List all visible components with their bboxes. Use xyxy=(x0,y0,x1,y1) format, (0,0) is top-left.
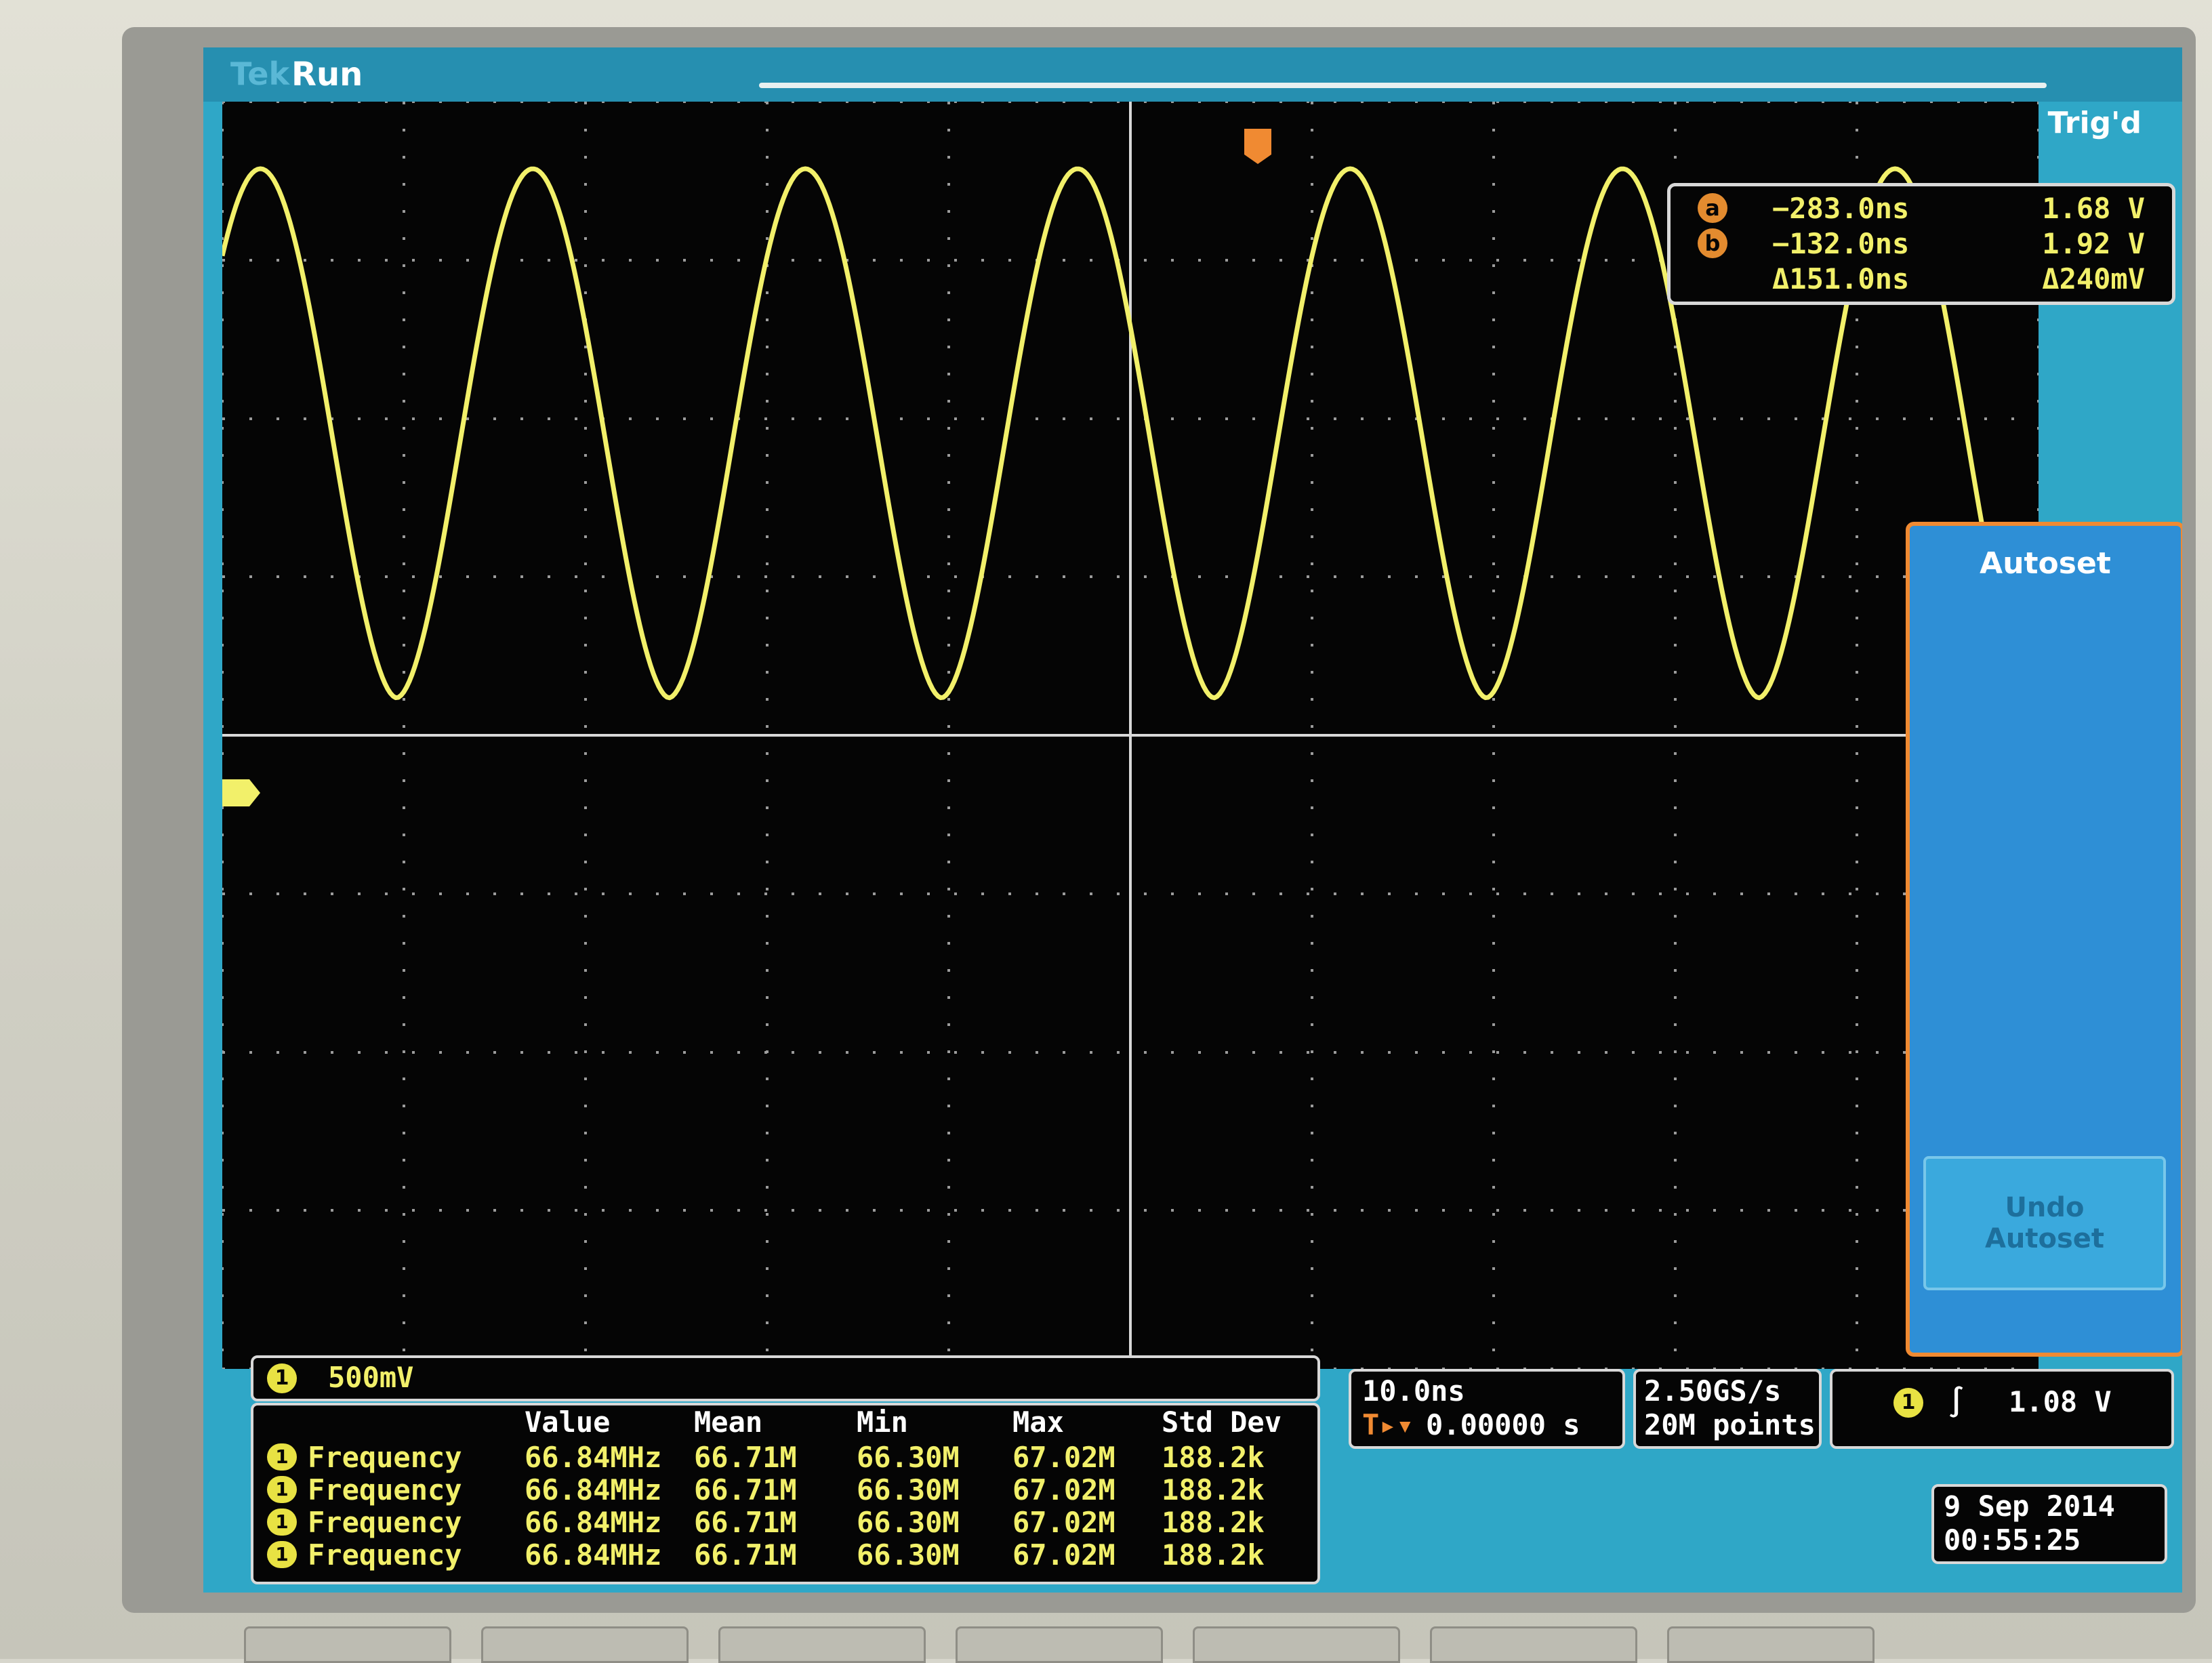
undo-autoset-label-2: Autoset xyxy=(1984,1223,2105,1254)
cursor-a-badge: a xyxy=(1698,193,1727,223)
bezel-button[interactable] xyxy=(718,1626,926,1663)
trigger-level: 1.08 V xyxy=(2009,1385,2112,1418)
date-time-display: 9 Sep 2014 00:55:25 xyxy=(1931,1484,2167,1564)
measurement-value: 66.84MHz xyxy=(525,1538,662,1572)
status-bar: Tek Run xyxy=(203,47,2182,102)
sample-rate: 2.50GS/s xyxy=(1644,1374,1782,1408)
measurement-name: Frequency xyxy=(308,1441,462,1474)
ch1-badge: 1 xyxy=(267,1508,297,1536)
cursor-readout: a −283.0ns 1.68 V b −132.0ns 1.92 V Δ151… xyxy=(1667,183,2175,305)
autoset-side-menu: Autoset Undo Autoset xyxy=(1906,522,2182,1357)
cursor-a-voltage: 1.68 V xyxy=(2042,192,2145,225)
acquisition-settings[interactable]: 2.50GS/s 20M points xyxy=(1633,1369,1822,1449)
trigger-settings[interactable]: 1 ∫ 1.08 V xyxy=(1830,1369,2174,1449)
measurement-name: Frequency xyxy=(308,1538,462,1572)
trigger-status: Trig'd xyxy=(2047,106,2142,140)
measurement-max: 67.02M xyxy=(1012,1473,1115,1506)
bezel-button[interactable] xyxy=(1430,1626,1637,1663)
measurement-min: 66.30M xyxy=(857,1506,960,1539)
bezel-button-row xyxy=(244,1626,2074,1663)
cursor-delta-row: Δ151.0ns Δ240mV xyxy=(1671,262,2172,297)
measurement-max: 67.02M xyxy=(1012,1441,1115,1474)
measurement-row: 1 Frequency 66.84MHz 66.71M 66.30M 67.02… xyxy=(253,1506,1317,1539)
measurement-mean: 66.71M xyxy=(694,1473,797,1506)
header-mean: Mean xyxy=(694,1405,763,1439)
ch1-badge: 1 xyxy=(267,1363,297,1393)
undo-autoset-button[interactable]: Undo Autoset xyxy=(1923,1156,2166,1290)
cursor-delta-time: Δ151.0ns xyxy=(1772,262,1910,295)
ch1-badge: 1 xyxy=(267,1541,297,1568)
time: 00:55:25 xyxy=(1944,1523,2081,1557)
cursor-delta-voltage: Δ240mV xyxy=(2042,262,2145,295)
cursor-b-badge: b xyxy=(1698,228,1727,258)
measurement-mean: 66.71M xyxy=(694,1506,797,1539)
measurement-value: 66.84MHz xyxy=(525,1473,662,1506)
horizontal-settings[interactable]: 10.0ns T▸▾ 0.00000 s xyxy=(1349,1369,1625,1449)
autoset-menu-title: Autoset xyxy=(1980,546,2111,581)
measurement-value: 66.84MHz xyxy=(525,1506,662,1539)
cursor-b-voltage: 1.92 V xyxy=(2042,227,2145,260)
bezel-button[interactable] xyxy=(481,1626,689,1663)
horizontal-position-icon: T▸▾ xyxy=(1362,1408,1414,1441)
measurement-value: 66.84MHz xyxy=(525,1441,662,1474)
measurement-name: Frequency xyxy=(308,1473,462,1506)
bezel-button[interactable] xyxy=(1667,1626,1875,1663)
bezel-button[interactable] xyxy=(956,1626,1163,1663)
measurement-min: 66.30M xyxy=(857,1473,960,1506)
ch1-scale-value: 500mV xyxy=(328,1361,414,1394)
ch1-badge: 1 xyxy=(267,1443,297,1471)
brand-logo: Tek xyxy=(230,56,290,92)
measurement-std-dev: 188.2k xyxy=(1162,1473,1265,1506)
measurement-std-dev: 188.2k xyxy=(1162,1441,1265,1474)
record-length: 20M points xyxy=(1644,1408,1816,1441)
measurement-std-dev: 188.2k xyxy=(1162,1538,1265,1572)
measurement-mean: 66.71M xyxy=(694,1538,797,1572)
scope-screen: Tek Run Trig'd a −283.0ns 1.68 V b −132.… xyxy=(203,47,2182,1593)
cursor-b-row: b −132.0ns 1.92 V xyxy=(1671,227,2172,262)
trigger-position-marker xyxy=(1244,129,1271,164)
measurement-table: Value Mean Min Max Std Dev 1 Frequency 6… xyxy=(251,1403,1320,1584)
measurement-row: 1 Frequency 66.84MHz 66.71M 66.30M 67.02… xyxy=(253,1473,1317,1506)
cursor-b-time: −132.0ns xyxy=(1772,227,1910,260)
header-value: Value xyxy=(525,1405,611,1439)
measurement-min: 66.30M xyxy=(857,1441,960,1474)
cursor-a-row: a −283.0ns 1.68 V xyxy=(1671,192,2172,227)
horizontal-position: 0.00000 s xyxy=(1426,1408,1580,1441)
measurement-max: 67.02M xyxy=(1012,1538,1115,1572)
ch1-vertical-scale[interactable]: 1 500mV xyxy=(251,1355,1320,1401)
measurement-max: 67.02M xyxy=(1012,1506,1115,1539)
header-std-dev: Std Dev xyxy=(1162,1405,1282,1439)
header-min: Min xyxy=(857,1405,908,1439)
measurement-std-dev: 188.2k xyxy=(1162,1506,1265,1539)
trigger-source-badge: 1 xyxy=(1893,1388,1923,1418)
header-max: Max xyxy=(1012,1405,1064,1439)
run-status: Run xyxy=(291,56,363,94)
undo-autoset-label-1: Undo xyxy=(2005,1192,2085,1223)
record-view-bar xyxy=(759,83,2047,88)
measurement-row: 1 Frequency 66.84MHz 66.71M 66.30M 67.02… xyxy=(253,1441,1317,1474)
measurement-mean: 66.71M xyxy=(694,1441,797,1474)
ch1-ground-marker xyxy=(222,779,260,806)
measurement-row: 1 Frequency 66.84MHz 66.71M 66.30M 67.02… xyxy=(253,1538,1317,1572)
measurement-name: Frequency xyxy=(308,1506,462,1539)
cursor-a-time: −283.0ns xyxy=(1772,192,1910,225)
measurement-min: 66.30M xyxy=(857,1538,960,1572)
rising-edge-icon: ∫ xyxy=(1948,1385,1965,1418)
date: 9 Sep 2014 xyxy=(1944,1490,2115,1523)
bezel-button[interactable] xyxy=(1193,1626,1400,1663)
bezel-button[interactable] xyxy=(244,1626,451,1663)
time-per-division: 10.0ns xyxy=(1362,1374,1465,1408)
ch1-badge: 1 xyxy=(267,1476,297,1503)
